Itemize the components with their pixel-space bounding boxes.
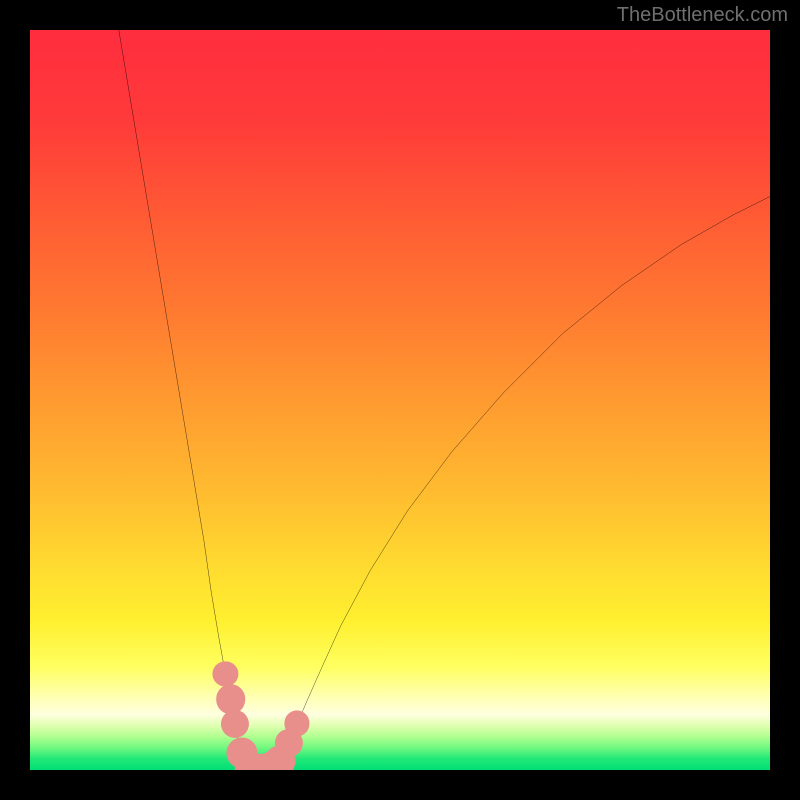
data-marker: [216, 684, 246, 714]
data-markers-layer: [30, 30, 770, 770]
data-marker: [285, 711, 310, 736]
plot-area: [30, 30, 770, 770]
chart-frame: TheBottleneck.com: [0, 0, 800, 800]
watermark-label: TheBottleneck.com: [617, 4, 788, 27]
data-marker: [213, 661, 238, 686]
data-marker: [221, 710, 249, 738]
